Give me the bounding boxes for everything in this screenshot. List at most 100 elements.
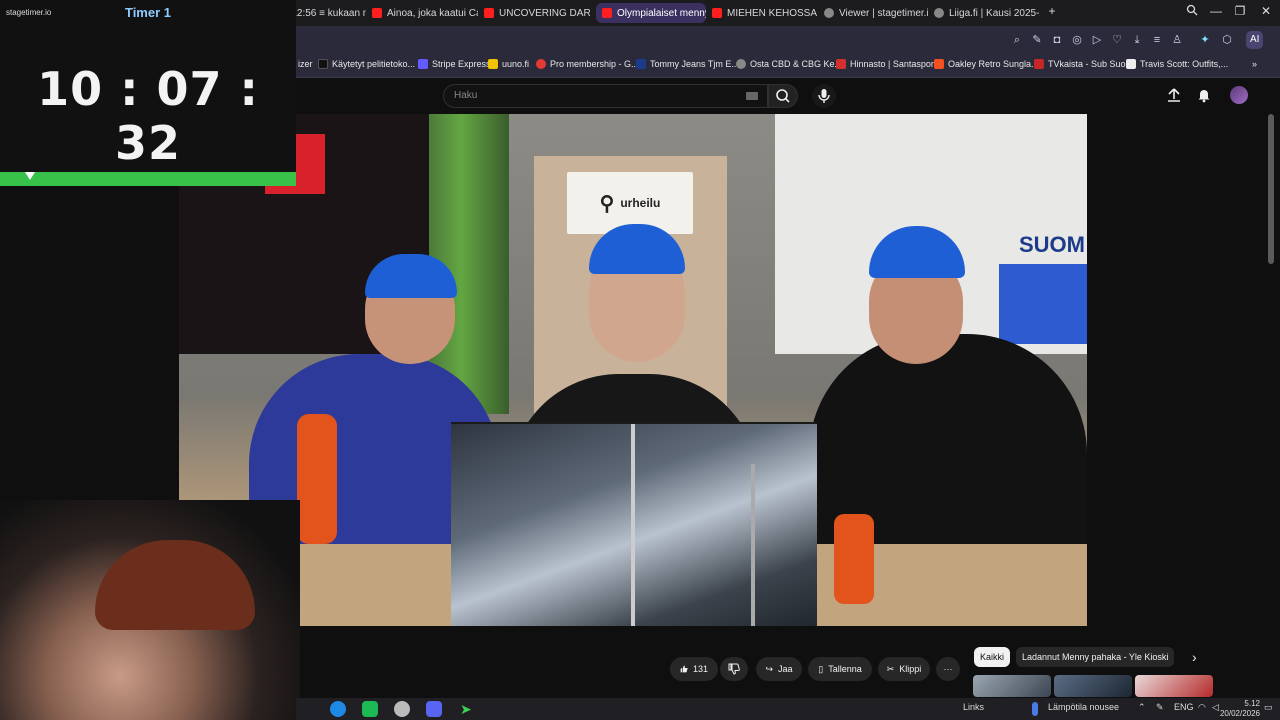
share-button[interactable]: ↪ Jaa — [756, 657, 802, 681]
links-label[interactable]: Links — [963, 702, 984, 712]
extension-icon[interactable]: ✦ — [1198, 33, 1212, 47]
youtube-favicon-icon — [602, 8, 612, 18]
notifications-bell-icon[interactable] — [1196, 87, 1212, 108]
thumbs-up-icon — [680, 665, 688, 673]
wifi-icon[interactable]: ◠ — [1198, 702, 1206, 713]
bookmark[interactable]: Osta CBD & CBG Ke... — [736, 59, 842, 69]
bookmark[interactable]: Oakley Retro Sungla... — [934, 59, 1039, 69]
like-button[interactable]: 131 — [670, 657, 718, 681]
search-icon — [776, 89, 790, 103]
chip-related[interactable]: Ladannut Menny pahaka - Yle Kioski — [1016, 647, 1175, 667]
heart-icon[interactable]: ♡ — [1110, 33, 1124, 47]
blue-stripe — [999, 264, 1087, 344]
weather-label[interactable]: Lämpötila nousee — [1048, 702, 1119, 712]
edge-icon[interactable] — [330, 701, 346, 717]
download-icon[interactable]: ⤓ — [1130, 33, 1144, 47]
tab-3[interactable]: UNCOVERING DARK EPST — [478, 3, 590, 23]
play-icon[interactable]: ▷ — [1090, 33, 1104, 47]
save-button[interactable]: ▯ Tallenna — [808, 657, 872, 681]
cube-icon[interactable]: ⬡ — [1220, 33, 1234, 47]
thumbs-down-icon — [728, 663, 740, 675]
camera-icon[interactable]: ◘ — [1050, 33, 1064, 47]
bookmark[interactable]: Hinnasto | Santasport — [836, 59, 936, 69]
language-label[interactable]: ENG — [1174, 702, 1194, 712]
windows-taskbar: ➤ Links Lämpötila nousee ⌃ ✎ ENG ◠ ◁ 5.1… — [296, 698, 1280, 720]
oakley-icon — [934, 59, 944, 69]
pen-icon[interactable]: ✎ — [1156, 702, 1164, 713]
share-label: Jaa — [778, 664, 793, 674]
thumbnail[interactable] — [1135, 675, 1213, 697]
upload-icon[interactable] — [1166, 87, 1182, 108]
bookmark[interactable]: Pro membership - G... — [536, 59, 639, 69]
search-input[interactable]: Haku — [443, 84, 768, 108]
page-scrollbar[interactable] — [1268, 114, 1274, 264]
youtube-favicon-icon — [712, 8, 722, 18]
embedded-ski-clip — [451, 422, 817, 626]
tab-label: Liiga.fi | Kausi 2025-26 | K — [949, 7, 1040, 19]
youtube-favicon-icon — [484, 8, 494, 18]
stripe-icon — [418, 59, 428, 69]
clock-date: 20/02/2026 — [1219, 709, 1260, 718]
edit-icon[interactable]: ✎ — [1030, 33, 1044, 47]
vpn-icon[interactable]: ◎ — [1070, 33, 1084, 47]
timer-progress-fill — [0, 172, 296, 186]
restore-button[interactable]: ❐ — [1232, 4, 1248, 18]
tab-label: MIEHEN KEHOSSA OLEVA — [727, 7, 818, 19]
orange-bottle-right — [834, 514, 874, 604]
bookmark[interactable]: izer — [298, 59, 313, 69]
tab-7[interactable]: Liiga.fi | Kausi 2025-26 | K — [928, 3, 1040, 23]
shield-icon[interactable] — [394, 701, 410, 717]
thumbnail[interactable] — [973, 675, 1051, 697]
clip-button[interactable]: ✂ Klippi — [878, 657, 930, 681]
new-tab-button[interactable]: + — [1044, 4, 1060, 18]
bookmark[interactable]: Tommy Jeans Tjm E... — [636, 59, 739, 69]
profile-icon[interactable]: ♙ — [1170, 33, 1184, 47]
dislike-button[interactable] — [720, 657, 748, 681]
bookmark[interactable]: TVkaista - Sub Suora — [1034, 59, 1134, 69]
travis-scott-icon — [1126, 59, 1136, 69]
menu-icon[interactable]: ≡ — [1150, 33, 1164, 47]
timer-progress-track — [0, 172, 296, 186]
ai-button[interactable]: AI — [1246, 31, 1264, 49]
timer-marker-icon — [25, 172, 35, 180]
more-bookmarks-icon[interactable]: » — [1252, 59, 1257, 69]
close-button[interactable]: ✕ — [1258, 4, 1274, 18]
more-actions-button[interactable]: ··· — [936, 657, 960, 681]
bookmark[interactable]: Travis Scott: Outfits,... — [1126, 59, 1228, 69]
orange-bottle — [297, 414, 337, 544]
save-label: Tallenna — [828, 664, 862, 674]
tab-4-active[interactable]: Olympialaiset menny — [596, 3, 706, 23]
clip-label: Klippi — [899, 664, 922, 674]
tab-2[interactable]: Ainoa, joka kaatui Cage V — [366, 3, 478, 23]
tab-6[interactable]: Viewer | stagetimer.io — [818, 3, 928, 23]
keyboard-icon[interactable] — [746, 92, 758, 100]
zoom-icon[interactable]: ⌕ — [1010, 33, 1024, 47]
notion-icon — [318, 59, 328, 69]
bookmark[interactable]: uuno.fi — [488, 59, 529, 69]
share-icon: ↪ — [765, 663, 774, 674]
search-tabs-icon[interactable] — [1184, 4, 1200, 19]
chevron-up-icon[interactable]: ⌃ — [1138, 702, 1146, 713]
video-player[interactable]: ⚲ urheilu SUOM — [179, 114, 1087, 626]
search-button[interactable] — [768, 84, 798, 108]
thumbnail[interactable] — [1054, 675, 1132, 697]
bookmark[interactable]: Käytetyt pelitietoko... — [318, 59, 415, 69]
minimize-button[interactable]: — — [1208, 4, 1224, 18]
chevron-right-icon[interactable]: › — [1192, 649, 1197, 665]
like-count: 131 — [692, 664, 708, 674]
app-icon[interactable] — [362, 701, 378, 717]
send-icon[interactable]: ➤ — [460, 701, 476, 717]
tab-favicon-icon — [824, 8, 834, 18]
bookmark[interactable]: Stripe Express — [418, 59, 491, 69]
voice-search-button[interactable] — [812, 84, 836, 108]
clock[interactable]: 5.12 20/02/2026 — [1218, 699, 1260, 719]
notification-center-icon[interactable]: ▭ — [1264, 702, 1273, 713]
chip-all[interactable]: Kaikki — [974, 647, 1011, 667]
tab-5[interactable]: MIEHEN KEHOSSA OLEVA — [706, 3, 818, 23]
olympic-logo-icon: ⚲ — [599, 192, 615, 215]
microphone-icon — [818, 89, 830, 103]
tab-label: Olympialaiset menny — [617, 7, 706, 19]
stagetimer-overlay: stagetimer.io Timer 1 10 : 07 : 32 — [0, 0, 296, 186]
discord-icon[interactable] — [426, 701, 442, 717]
avatar[interactable] — [1230, 86, 1248, 104]
